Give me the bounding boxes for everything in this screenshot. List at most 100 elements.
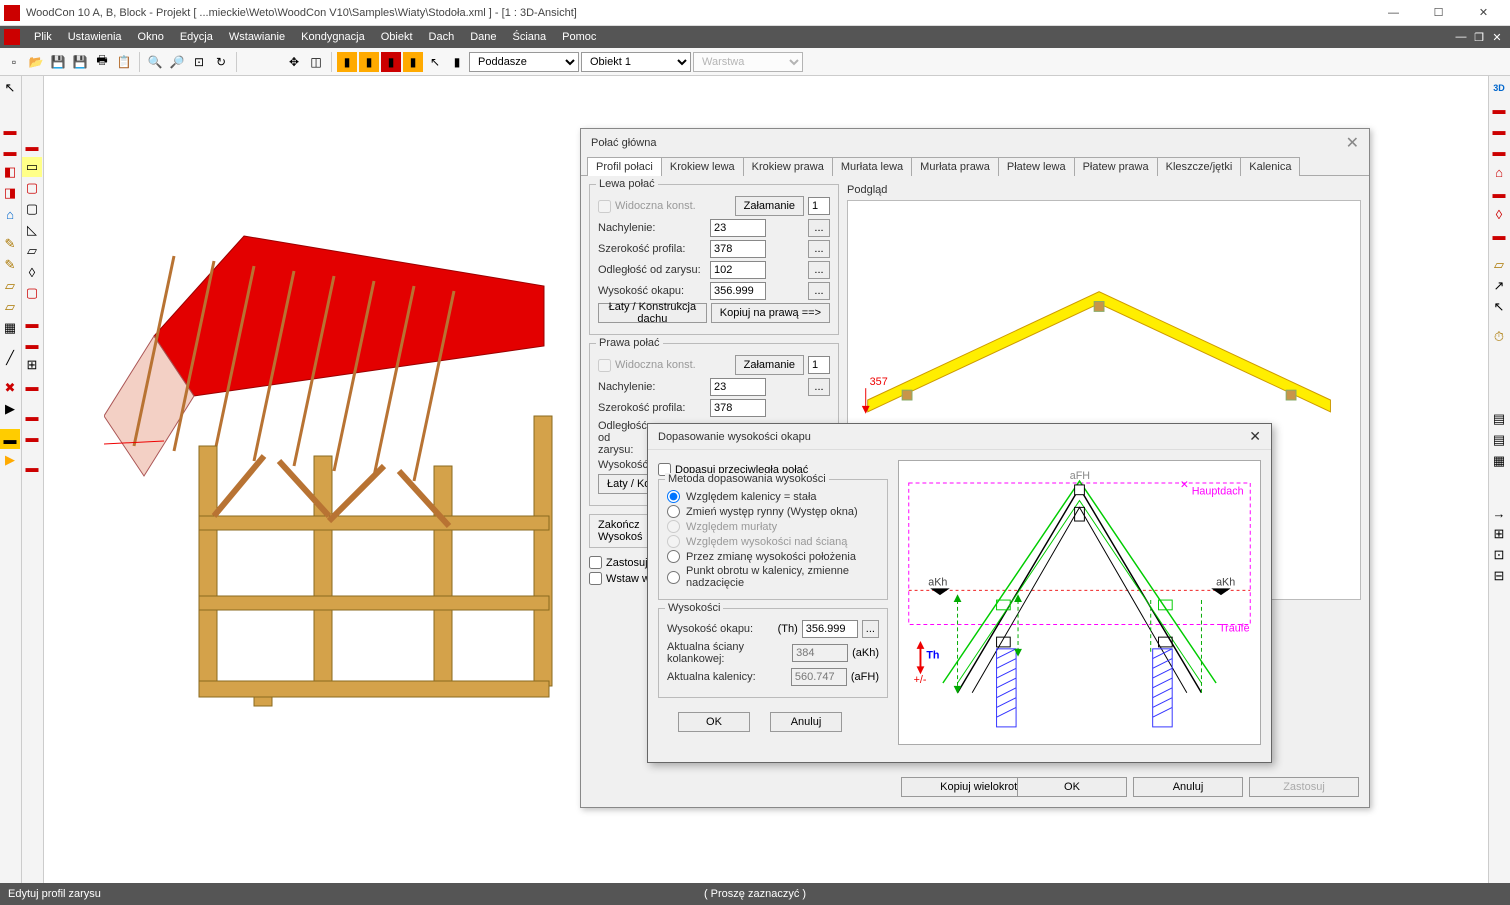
close-icon[interactable]: ✕ xyxy=(1249,428,1261,445)
menu-sciana[interactable]: Ściana xyxy=(505,26,555,48)
tool-icon[interactable]: ▦ xyxy=(1489,451,1509,471)
tool-icon[interactable]: ▬ xyxy=(22,313,42,333)
tool-e-icon[interactable]: ▮ xyxy=(447,52,467,72)
tool-cube-icon[interactable]: ◫ xyxy=(306,52,326,72)
tool-icon[interactable]: ▱ xyxy=(0,276,20,296)
tool-icon[interactable]: ▬ xyxy=(0,141,20,161)
home-icon[interactable]: ⌂ xyxy=(0,204,20,224)
new-icon[interactable]: ▫ xyxy=(4,52,24,72)
btn-zalamanie[interactable]: Załamanie xyxy=(735,196,804,216)
zoom-in-icon[interactable]: 🔍 xyxy=(145,52,165,72)
radio-rynny[interactable] xyxy=(667,505,680,518)
close-button[interactable]: ✕ xyxy=(1461,1,1506,25)
dropdown-poddasze[interactable]: Poddasze xyxy=(469,52,579,72)
tool-icon[interactable]: ▬ xyxy=(22,427,42,447)
btn-kopiuj[interactable]: Kopiuj na prawą ==> xyxy=(711,303,830,323)
radio-polozenia[interactable] xyxy=(667,550,680,563)
tool-icon[interactable]: ◺ xyxy=(22,220,42,240)
spin-zalamanie[interactable] xyxy=(808,356,830,374)
zoom-out-icon[interactable]: 🔎 xyxy=(167,52,187,72)
menu-dach[interactable]: Dach xyxy=(421,26,463,48)
tab-platew-prawa[interactable]: Płatew prawa xyxy=(1074,157,1158,176)
input-wysokosc[interactable] xyxy=(710,282,766,300)
zoom-fit-icon[interactable]: ⊡ xyxy=(189,52,209,72)
input-nachylenie[interactable] xyxy=(710,219,766,237)
tool-icon[interactable]: ⊡ xyxy=(1489,545,1509,565)
tool-move-icon[interactable]: ✥ xyxy=(284,52,304,72)
tool-c-icon[interactable]: ▮ xyxy=(381,52,401,72)
mdi-restore[interactable]: ❐ xyxy=(1470,31,1488,44)
tool-icon[interactable]: ▬ xyxy=(1489,183,1509,203)
tool-b-icon[interactable]: ▮ xyxy=(359,52,379,72)
tool-icon[interactable]: ▢ xyxy=(22,199,42,219)
refresh-icon[interactable]: ↻ xyxy=(211,52,231,72)
ok-button[interactable]: OK xyxy=(1017,777,1127,797)
3d-icon[interactable]: 3D xyxy=(1489,78,1509,98)
radio-obrotu[interactable] xyxy=(667,571,680,584)
line-icon[interactable]: ╱ xyxy=(0,348,20,368)
menu-kondygnacja[interactable]: Kondygnacja xyxy=(293,26,373,48)
x-icon[interactable]: ✖ xyxy=(0,378,20,398)
input-szerokosc[interactable] xyxy=(710,240,766,258)
tool-icon[interactable]: ▱ xyxy=(1489,255,1509,275)
save-icon[interactable]: 💾 xyxy=(48,52,68,72)
dropdown-warstwa[interactable]: Warstwa xyxy=(693,52,803,72)
tool-icon[interactable]: ▬ xyxy=(1489,99,1509,119)
tool-icon[interactable]: ▬ xyxy=(22,136,42,156)
more-button[interactable]: ... xyxy=(862,620,879,638)
more-button[interactable]: ... xyxy=(808,261,830,279)
btn-zalamanie[interactable]: Załamanie xyxy=(735,355,804,375)
tool-icon[interactable]: ▬ xyxy=(22,457,42,477)
menu-pomoc[interactable]: Pomoc xyxy=(554,26,604,48)
open-icon[interactable]: 📂 xyxy=(26,52,46,72)
print-icon[interactable]: 🖶 xyxy=(92,52,112,72)
cursor-icon[interactable]: ↖ xyxy=(1489,297,1509,317)
cursor-icon[interactable]: ↖ xyxy=(0,78,20,98)
ok-button[interactable]: OK xyxy=(678,712,750,732)
tool-a-icon[interactable]: ▮ xyxy=(337,52,357,72)
tab-murlata-prawa[interactable]: Murłata prawa xyxy=(911,157,999,176)
check-wstaw[interactable] xyxy=(589,572,602,585)
pencil-icon[interactable]: ✎ xyxy=(0,255,20,275)
input-th[interactable] xyxy=(802,620,858,638)
tab-platew-lewa[interactable]: Płatew lewa xyxy=(998,157,1075,176)
tool-icon[interactable]: ▬ xyxy=(22,406,42,426)
tool-icon[interactable]: ▤ xyxy=(1489,430,1509,450)
menu-obiekt[interactable]: Obiekt xyxy=(373,26,421,48)
close-icon[interactable]: ✕ xyxy=(1346,133,1359,153)
tool-icon[interactable]: ▱ xyxy=(0,297,20,317)
input-nachylenie[interactable] xyxy=(710,378,766,396)
menu-okno[interactable]: Okno xyxy=(130,26,172,48)
tool-icon[interactable]: ▶ xyxy=(0,399,20,419)
grid-icon[interactable]: ▦ xyxy=(0,318,20,338)
more-button[interactable]: ... xyxy=(808,378,830,396)
tool-icon[interactable]: → xyxy=(1489,503,1509,523)
tool-icon[interactable]: ▢ xyxy=(22,283,42,303)
tool-icon[interactable]: ↗ xyxy=(1489,276,1509,296)
menu-wstawianie[interactable]: Wstawianie xyxy=(221,26,293,48)
more-button[interactable]: ... xyxy=(808,282,830,300)
pencil-icon[interactable]: ✎ xyxy=(0,234,20,254)
tool-arrow-icon[interactable]: ↖ xyxy=(425,52,445,72)
more-button[interactable]: ... xyxy=(808,219,830,237)
spin-zalamanie[interactable] xyxy=(808,197,830,215)
btn-laty[interactable]: Łaty / Konstrukcja dachu xyxy=(598,303,707,323)
clipboard-icon[interactable]: 📋 xyxy=(114,52,134,72)
tool-d-icon[interactable]: ▮ xyxy=(403,52,423,72)
tool-icon[interactable]: ⊞ xyxy=(22,355,42,375)
tool-icon[interactable]: ▢ xyxy=(22,178,42,198)
tool-icon[interactable]: ▤ xyxy=(1489,409,1509,429)
tool-icon[interactable]: ▬ xyxy=(0,120,20,140)
more-button[interactable]: ... xyxy=(808,240,830,258)
play-icon[interactable]: ▶ xyxy=(0,450,20,470)
tool-icon[interactable]: ▬ xyxy=(1489,120,1509,140)
menu-dane[interactable]: Dane xyxy=(462,26,504,48)
tool-icon[interactable]: ⊞ xyxy=(1489,524,1509,544)
mdi-minimize[interactable]: — xyxy=(1452,31,1470,44)
menu-ustawienia[interactable]: Ustawienia xyxy=(60,26,130,48)
tool-icon[interactable]: ▬ xyxy=(22,334,42,354)
tab-kleszcze[interactable]: Kleszcze/jętki xyxy=(1157,157,1242,176)
anuluj-button[interactable]: Anuluj xyxy=(1133,777,1243,797)
tab-murlata-lewa[interactable]: Murłata lewa xyxy=(832,157,912,176)
tool-icon[interactable]: ▱ xyxy=(22,241,42,261)
